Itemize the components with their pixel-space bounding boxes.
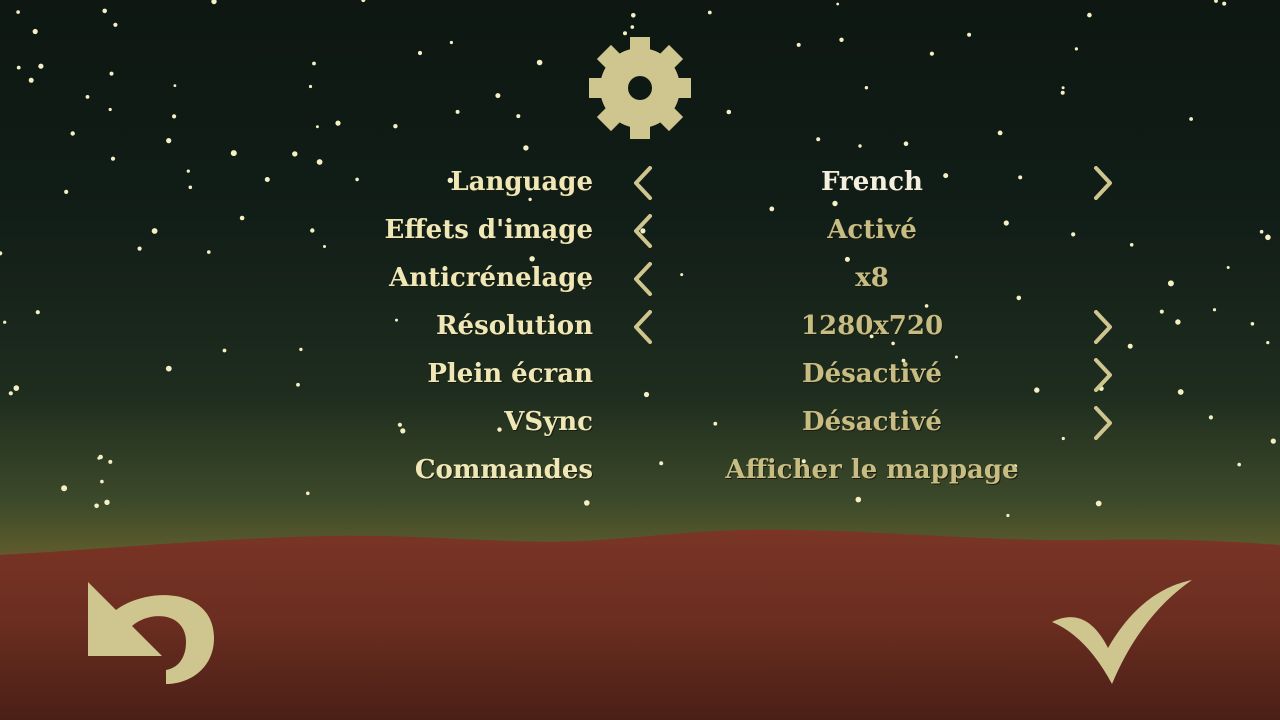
setting-label: Commandes	[414, 455, 593, 485]
chevron-left-icon[interactable]	[630, 214, 656, 248]
chevron-left-icon[interactable]	[630, 166, 656, 200]
chevron-right-icon[interactable]	[1090, 358, 1116, 392]
setting-value: Désactivé	[802, 407, 942, 437]
setting-label: Effets d'image	[384, 215, 594, 245]
checkmark-icon	[1052, 580, 1192, 684]
chevron-right-icon[interactable]	[1090, 406, 1116, 440]
chevron-left-icon[interactable]	[630, 310, 656, 344]
show-mapping-button[interactable]: Afficher le mappage	[672, 450, 1072, 490]
back-button[interactable]	[86, 580, 218, 684]
undo-arrow-icon	[88, 582, 214, 684]
setting-row-image-effects: Effets d'image Activé	[0, 210, 1280, 250]
setting-value: x8	[855, 263, 889, 293]
setting-row-fullscreen: Plein écran Désactivé	[0, 354, 1280, 394]
setting-row-controls: Commandes Afficher le mappage	[0, 450, 1280, 490]
setting-value: Désactivé	[802, 359, 942, 389]
setting-row-antialiasing: Anticrénelage x8	[0, 258, 1280, 298]
setting-value: 1280x720	[800, 311, 944, 341]
setting-value: French	[821, 167, 923, 197]
setting-label: Résolution	[435, 311, 593, 341]
setting-value: Activé	[827, 215, 917, 245]
settings-gear-icon	[589, 37, 691, 139]
setting-label: VSync	[504, 407, 593, 437]
chevron-right-icon[interactable]	[1090, 166, 1116, 200]
setting-label: Anticrénelage	[389, 263, 593, 293]
chevron-right-icon[interactable]	[1090, 310, 1116, 344]
setting-row-vsync: VSync Désactivé	[0, 402, 1280, 442]
setting-row-resolution: Résolution 1280x720	[0, 306, 1280, 346]
setting-row-language: Language French	[0, 162, 1280, 202]
setting-label: Language	[450, 167, 593, 197]
setting-label: Plein écran	[427, 359, 593, 389]
chevron-left-icon[interactable]	[630, 262, 656, 296]
confirm-button[interactable]	[1050, 578, 1194, 686]
